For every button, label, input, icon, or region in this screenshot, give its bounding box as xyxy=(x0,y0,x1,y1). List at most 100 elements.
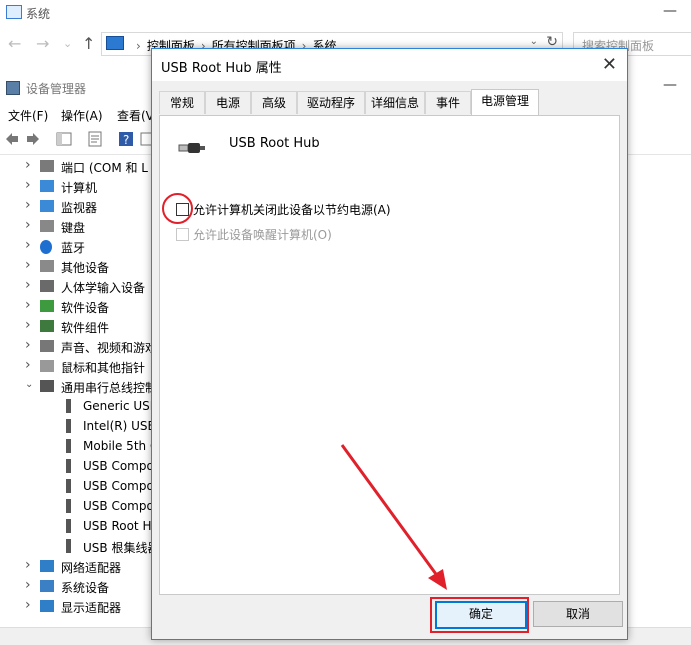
tab-general[interactable]: 常规 xyxy=(159,91,205,114)
tab-advanced[interactable]: 高级 xyxy=(251,91,297,114)
forward-icon[interactable] xyxy=(25,131,41,147)
device-manager-title: 设备管理器 xyxy=(26,82,87,96)
expand-chevron-icon[interactable]: › xyxy=(25,157,31,173)
back-arrow-icon[interactable]: ← xyxy=(8,34,21,53)
expand-chevron-icon[interactable]: › xyxy=(25,177,31,193)
system-icon xyxy=(6,5,22,19)
tree-category-item[interactable]: › 显示适配器 xyxy=(0,597,160,617)
keyboard-icon xyxy=(40,220,54,232)
expand-chevron-icon[interactable]: › xyxy=(25,597,31,613)
tree-item-label: Mobile 5th G xyxy=(83,439,160,453)
tree-item-label: 端口 (COM 和 L xyxy=(61,161,148,175)
expand-chevron-icon[interactable]: › xyxy=(25,217,31,233)
tree-child-item[interactable]: Generic USB xyxy=(0,397,160,417)
tab-power[interactable]: 电源 xyxy=(205,91,251,114)
computer-icon xyxy=(40,180,54,192)
tree-child-item[interactable]: USB Root H xyxy=(0,517,160,537)
mouse-icon xyxy=(40,360,54,372)
tab-details[interactable]: 详细信息 xyxy=(365,91,425,114)
collapse-chevron-icon[interactable]: ⌄ xyxy=(25,379,33,390)
allow-wake-label: 允许此设备唤醒计算机(O) xyxy=(193,228,332,242)
ok-button[interactable]: 确定 xyxy=(435,601,527,629)
help-icon[interactable]: ? xyxy=(118,131,134,147)
cancel-button[interactable]: 取消 xyxy=(533,601,623,627)
menu-view[interactable]: 查看(V xyxy=(117,107,154,124)
tab-driver[interactable]: 驱动程序 xyxy=(297,91,365,114)
tree-category-item[interactable]: › 键盘 xyxy=(0,217,160,237)
tree-child-item[interactable]: Mobile 5th G xyxy=(0,437,160,457)
system-window-title: 系统 xyxy=(26,7,51,21)
expand-chevron-icon[interactable]: › xyxy=(25,277,31,293)
tree-category-item[interactable]: › 声音、视频和游戏 xyxy=(0,337,160,357)
expand-chevron-icon[interactable]: › xyxy=(25,577,31,593)
tree-category-item[interactable]: ⌄ 通用串行总线控制 xyxy=(0,377,160,397)
dialog-title: USB Root Hub 属性 xyxy=(161,61,282,76)
tree-category-item[interactable]: › 监视器 xyxy=(0,197,160,217)
usb-plug-icon xyxy=(66,519,71,533)
expand-chevron-icon[interactable]: › xyxy=(25,237,31,253)
minimize-button[interactable]: — xyxy=(663,77,677,93)
tab-events[interactable]: 事件 xyxy=(425,91,471,114)
dialog-titlebar: USB Root Hub 属性 ✕ xyxy=(152,49,627,81)
back-icon[interactable] xyxy=(4,131,20,147)
monitor-icon xyxy=(40,200,54,212)
tree-category-item[interactable]: › 人体学输入设备 xyxy=(0,277,160,297)
device-manager-icon xyxy=(6,81,20,95)
tree-child-item[interactable]: USB 根集线器 xyxy=(0,537,160,557)
tree-category-item[interactable]: › 鼠标和其他指针 xyxy=(0,357,160,377)
address-dropdown-icon[interactable]: ⌄ xyxy=(530,36,538,47)
tree-child-item[interactable]: USB Compo xyxy=(0,477,160,497)
show-hide-tree-icon[interactable] xyxy=(56,131,72,147)
up-arrow-icon[interactable]: ↑ xyxy=(82,34,95,53)
tree-item-label: 系统设备 xyxy=(61,581,110,595)
tree-item-label: USB Compo xyxy=(83,459,154,473)
tree-category-item[interactable]: › 网络适配器 xyxy=(0,557,160,577)
tree-child-item[interactable]: USB Compo xyxy=(0,457,160,477)
allow-wake-checkbox xyxy=(176,228,189,241)
unknown-device-icon xyxy=(40,260,54,272)
tree-item-label: Generic USB xyxy=(83,399,158,413)
usb-plug-icon xyxy=(66,439,71,453)
menu-file[interactable]: 文件(F) xyxy=(8,107,48,124)
tree-category-item[interactable]: › 软件设备 xyxy=(0,297,160,317)
tree-item-label: 其他设备 xyxy=(61,261,110,275)
svg-text:?: ? xyxy=(123,133,129,147)
forward-arrow-icon[interactable]: → xyxy=(36,34,49,53)
properties-dialog: USB Root Hub 属性 ✕ 常规 电源 高级 驱动程序 详细信息 事件 … xyxy=(151,48,628,640)
tree-category-item[interactable]: › 计算机 xyxy=(0,177,160,197)
expand-chevron-icon[interactable]: › xyxy=(25,357,31,373)
tree-item-label: 软件设备 xyxy=(61,301,110,315)
tree-child-item[interactable]: USB Compo xyxy=(0,497,160,517)
system-window-titlebar: 系统 — xyxy=(0,0,691,26)
expand-chevron-icon[interactable]: › xyxy=(25,337,31,353)
device-name: USB Root Hub xyxy=(229,136,320,151)
tree-item-label: 蓝牙 xyxy=(61,241,86,255)
tree-item-label: USB Root H xyxy=(83,519,152,533)
usb-plug-icon xyxy=(66,419,71,433)
expand-chevron-icon[interactable]: › xyxy=(25,557,31,573)
tree-category-item[interactable]: › 系统设备 xyxy=(0,577,160,597)
tree-category-item[interactable]: › 蓝牙 xyxy=(0,237,160,257)
recent-locations-icon[interactable]: ⌄ xyxy=(63,37,72,50)
menu-action[interactable]: 操作(A) xyxy=(61,107,103,124)
tree-item-label: USB Compo xyxy=(83,479,154,493)
properties-icon[interactable] xyxy=(87,131,103,147)
expand-chevron-icon[interactable]: › xyxy=(25,257,31,273)
expand-chevron-icon[interactable]: › xyxy=(25,317,31,333)
tree-child-item[interactable]: Intel(R) USB xyxy=(0,417,160,437)
control-panel-icon xyxy=(106,36,124,50)
tree-item-label: 键盘 xyxy=(61,221,86,235)
bluetooth-icon xyxy=(40,240,52,254)
tree-category-item[interactable]: › 软件组件 xyxy=(0,317,160,337)
tree-category-item[interactable]: › 其他设备 xyxy=(0,257,160,277)
minimize-button[interactable]: — xyxy=(663,3,677,19)
expand-chevron-icon[interactable]: › xyxy=(25,197,31,213)
usb-plug-icon xyxy=(66,479,71,493)
tab-power-management[interactable]: 电源管理 xyxy=(471,89,539,115)
tree-item-label: Intel(R) USB xyxy=(83,419,156,433)
tree-item-label: 网络适配器 xyxy=(61,561,122,575)
expand-chevron-icon[interactable]: › xyxy=(25,297,31,313)
tree-item-label: 软件组件 xyxy=(61,321,110,335)
tree-category-item[interactable]: › 端口 (COM 和 L xyxy=(0,157,160,177)
close-icon[interactable]: ✕ xyxy=(602,54,617,75)
